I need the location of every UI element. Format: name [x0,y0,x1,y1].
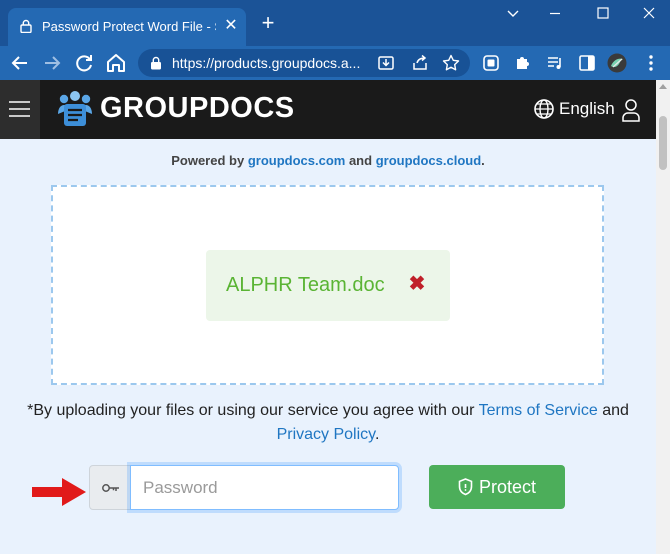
globe-icon[interactable] [533,98,555,120]
site-header: GROUPDOCS English [0,80,656,139]
profile-avatar-icon[interactable] [607,53,627,73]
install-icon[interactable] [376,53,396,73]
tab-search-chevron-icon[interactable] [498,6,528,26]
logo-text[interactable]: GROUPDOCS [100,92,295,125]
media-playlist-icon[interactable] [545,53,565,73]
main-content: Powered by groupdocs.com and groupdocs.c… [0,139,656,554]
protect-label: Protect [479,477,537,497]
home-icon[interactable] [104,51,128,75]
scroll-thumb[interactable] [659,116,667,170]
terms-notice: *By uploading your files or using our se… [0,399,656,447]
close-window-icon[interactable] [634,6,664,26]
tab-title: Password Protect Word File - Safe [42,19,216,34]
extension-app-icon[interactable] [481,53,501,73]
groupdocs-logo-icon[interactable] [56,90,94,128]
lock-icon [20,19,32,33]
reload-icon[interactable] [72,51,96,75]
red-arrow-annotation [32,478,86,506]
new-tab-button[interactable]: + [258,12,278,34]
key-icon [102,484,119,492]
hamburger-menu-icon[interactable] [0,80,40,139]
secure-lock-icon[interactable] [150,56,162,70]
page-scrollbar[interactable] [656,80,670,554]
terms-middle: and [602,402,629,419]
shield-icon [458,478,473,496]
back-arrow-icon[interactable] [8,51,32,75]
file-dropzone[interactable]: ALPHR Team.doc ✖ [51,185,604,385]
browser-titlebar: Password Protect Word File - Safe ✕ + [0,0,670,46]
remove-file-icon[interactable]: ✖ [408,272,426,296]
maximize-icon[interactable] [588,6,618,26]
minimize-icon[interactable] [540,6,570,26]
powered-by-line: Powered by groupdocs.com and groupdocs.c… [0,153,656,168]
share-icon[interactable] [410,53,430,73]
groupdocs-com-link[interactable]: groupdocs.com [248,153,346,168]
browser-tab[interactable]: Password Protect Word File - Safe ✕ [8,8,246,46]
url-text[interactable]: https://products.groupdocs.a... [172,55,368,71]
password-input[interactable] [130,465,399,510]
privacy-policy-link[interactable]: Privacy Policy [277,426,375,443]
powered-suffix: . [481,153,485,168]
bookmark-star-icon[interactable] [441,53,461,73]
groupdocs-cloud-link[interactable]: groupdocs.cloud [376,153,481,168]
side-panel-icon[interactable] [577,53,597,73]
language-selector[interactable]: English [559,99,615,119]
address-bar[interactable]: https://products.groupdocs.a... [138,49,470,77]
terms-suffix: . [374,426,380,443]
browser-toolbar: https://products.groupdocs.a... [0,46,670,80]
powered-middle: and [348,153,373,168]
tab-close-icon[interactable]: ✕ [222,17,240,35]
uploaded-file-chip: ALPHR Team.doc ✖ [206,250,450,321]
terms-of-service-link[interactable]: Terms of Service [479,402,598,419]
browser-menu-icon[interactable] [641,53,661,73]
puzzle-extensions-icon[interactable] [513,53,533,73]
scroll-up-arrow-icon[interactable] [659,84,667,89]
password-addon [89,465,131,510]
powered-prefix: Powered by [171,153,245,168]
protect-button[interactable]: Protect [429,465,565,509]
terms-prefix: *By uploading your files or using our se… [27,402,475,419]
user-icon[interactable] [620,98,642,122]
forward-arrow-icon[interactable] [40,51,64,75]
uploaded-file-name: ALPHR Team.doc [226,274,385,296]
